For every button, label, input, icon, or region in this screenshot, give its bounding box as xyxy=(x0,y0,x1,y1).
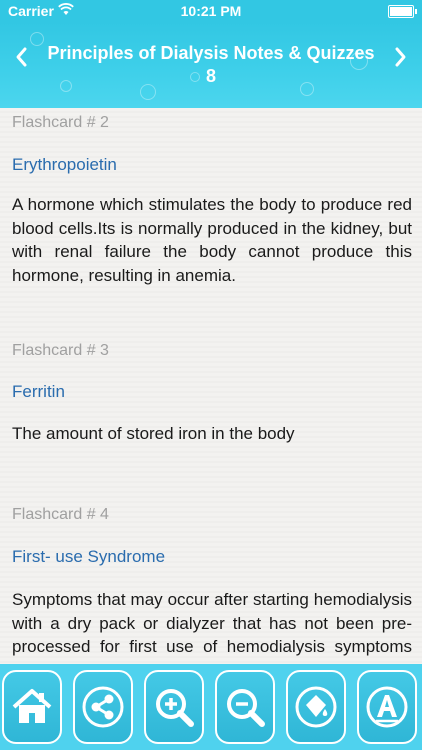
chevron-right-icon xyxy=(395,47,406,67)
share-icon xyxy=(82,686,124,728)
clock: 10:21 PM xyxy=(180,3,242,19)
chevron-left-icon xyxy=(16,47,27,67)
share-button[interactable] xyxy=(73,670,133,744)
zoom-in-button[interactable] xyxy=(144,670,204,744)
zoom-out-icon xyxy=(227,689,265,727)
flashcard-definition: A hormone which stimulates the body to p… xyxy=(12,195,412,285)
font-button[interactable] xyxy=(357,670,417,744)
font-icon xyxy=(366,686,408,728)
header: Principles of Dialysis Notes & Quizzes 8 xyxy=(0,22,422,108)
flashcard-term: First- use Syndrome xyxy=(12,547,166,566)
bottom-toolbar xyxy=(0,664,422,750)
status-bar: Carrier 10:21 PM xyxy=(0,0,422,22)
flashcard-term: Ferritin xyxy=(12,382,65,401)
page-title: Principles of Dialysis Notes & Quizzes 8 xyxy=(47,43,375,86)
zoom-in-icon xyxy=(156,689,194,727)
battery-icon xyxy=(388,5,417,18)
home-button[interactable] xyxy=(2,670,62,744)
home-icon xyxy=(12,689,52,723)
flashcard-list[interactable]: Flashcard # 2 Erythropoietin A hormone w… xyxy=(0,108,422,664)
zoom-out-button[interactable] xyxy=(215,670,275,744)
flashcard-number: Flashcard # 4 xyxy=(12,506,109,523)
flashcard-term: Erythropoietin xyxy=(12,155,117,174)
flashcard-number: Flashcard # 3 xyxy=(12,342,109,359)
flashcard-definition: Symptoms that may occur after starting h… xyxy=(12,590,412,664)
theme-button[interactable] xyxy=(286,670,346,744)
prev-button[interactable] xyxy=(14,44,28,75)
next-button[interactable] xyxy=(394,44,408,75)
flashcard-number: Flashcard # 2 xyxy=(12,114,109,131)
paint-bucket-icon xyxy=(295,686,337,728)
flashcard-definition: The amount of stored iron in the body xyxy=(12,424,295,443)
